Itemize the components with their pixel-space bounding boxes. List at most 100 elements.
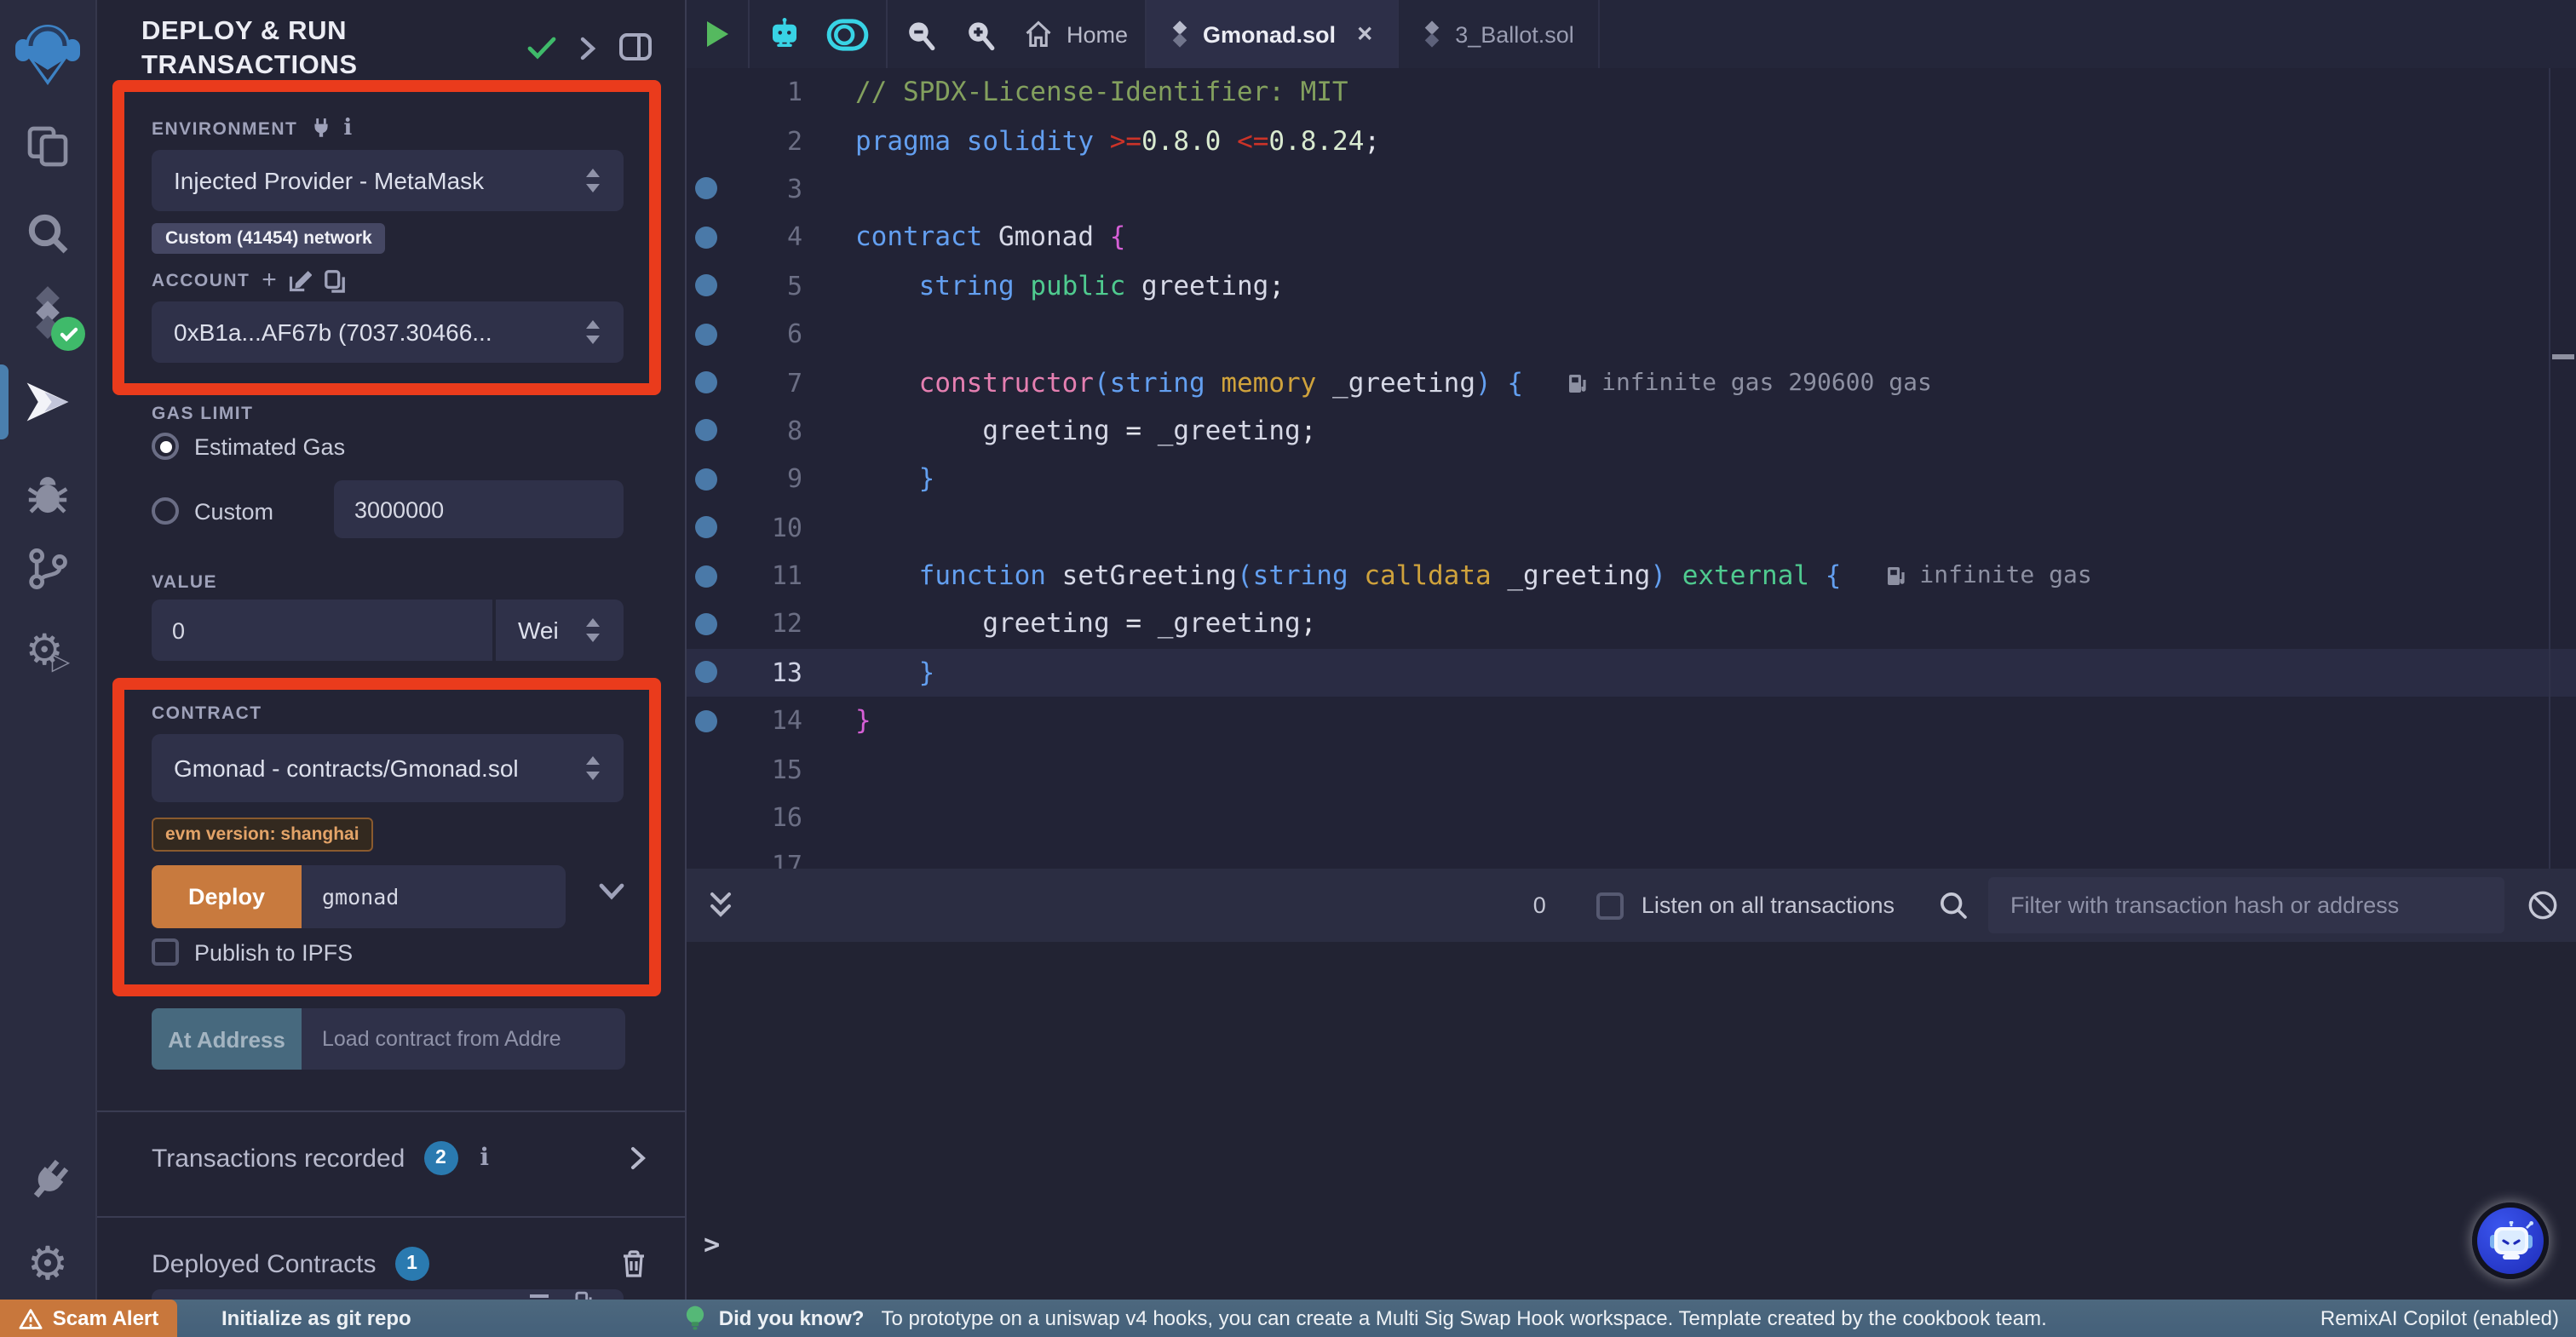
at-address-button[interactable]: At Address bbox=[152, 1008, 302, 1070]
code-line[interactable]: 2pragma solidity >=0.8.0 <=0.8.24; bbox=[687, 117, 2576, 165]
editor-scrollbar-thumb[interactable] bbox=[2552, 354, 2574, 359]
gutter-dot[interactable] bbox=[695, 613, 717, 635]
environment-info-icon[interactable]: i bbox=[343, 116, 353, 141]
trash-icon[interactable] bbox=[622, 1250, 646, 1277]
scam-alert-button[interactable]: Scam Alert bbox=[0, 1300, 177, 1337]
value-input[interactable] bbox=[152, 600, 492, 661]
code-line[interactable]: 8 greeting = _greeting; bbox=[687, 406, 2576, 455]
collapse-icon[interactable] bbox=[530, 1294, 549, 1298]
edit-account-icon[interactable] bbox=[289, 268, 313, 292]
tip-text: To prototype on a uniswap v4 hooks, you … bbox=[881, 1306, 2046, 1330]
code-line[interactable]: 1// SPDX-License-Identifier: MIT bbox=[687, 68, 2576, 117]
terminal-prompt: > bbox=[704, 1228, 720, 1260]
gutter-dot[interactable] bbox=[695, 662, 717, 684]
terminal-search-icon[interactable] bbox=[1939, 891, 1968, 920]
deploy-button[interactable]: Deploy bbox=[152, 865, 302, 928]
clear-terminal-icon[interactable] bbox=[2527, 889, 2559, 921]
run-script-icon[interactable] bbox=[704, 19, 731, 49]
gutter-dot[interactable] bbox=[695, 710, 717, 732]
collapse-terminal-icon[interactable] bbox=[709, 891, 733, 920]
deploy-and-run-icon[interactable] bbox=[14, 368, 82, 436]
git-icon[interactable] bbox=[14, 535, 82, 603]
listen-all-checkbox[interactable] bbox=[1597, 892, 1624, 919]
gutter-dot[interactable] bbox=[695, 178, 717, 200]
pin-panel-icon[interactable] bbox=[618, 32, 653, 61]
search-icon[interactable] bbox=[14, 199, 82, 267]
code-text: string public greeting; bbox=[855, 271, 1285, 301]
file-explorer-icon[interactable] bbox=[14, 112, 82, 181]
custom-gas-radio[interactable] bbox=[152, 497, 179, 525]
tab-gmonad[interactable]: Gmonad.sol ✕ bbox=[1147, 0, 1399, 68]
code-editor[interactable]: 1// SPDX-License-Identifier: MIT2pragma … bbox=[687, 68, 2576, 869]
gutter-dot[interactable] bbox=[695, 420, 717, 442]
terminal-output[interactable]: > bbox=[687, 942, 2576, 1337]
plug-icon[interactable] bbox=[309, 118, 331, 140]
code-line[interactable]: 5 string public greeting; bbox=[687, 261, 2576, 310]
warning-icon bbox=[19, 1307, 43, 1329]
code-line[interactable]: 15 bbox=[687, 745, 2576, 794]
transactions-info-icon[interactable]: i bbox=[480, 1145, 489, 1172]
copilot-toggle-icon[interactable] bbox=[826, 18, 869, 50]
code-line[interactable]: 7 constructor(string memory _greeting) {… bbox=[687, 359, 2576, 407]
contract-select[interactable]: Gmonad - contracts/Gmonad.sol bbox=[152, 734, 624, 802]
transaction-filter-input[interactable] bbox=[1988, 877, 2504, 933]
close-tab-icon[interactable]: ✕ bbox=[1356, 22, 1373, 46]
at-address-input[interactable] bbox=[302, 1008, 625, 1070]
deploy-arg-input[interactable] bbox=[302, 865, 566, 928]
compile-success-badge bbox=[51, 317, 85, 351]
expand-chevron-icon[interactable] bbox=[579, 36, 596, 61]
estimated-gas-radio[interactable] bbox=[152, 433, 179, 460]
gutter-dot[interactable] bbox=[695, 275, 717, 297]
pin-check-icon[interactable] bbox=[526, 36, 557, 60]
active-plugin-indicator bbox=[0, 364, 9, 439]
git-init-button[interactable]: Initialize as git repo bbox=[221, 1306, 411, 1330]
expand-deploy-chevron-icon[interactable] bbox=[598, 882, 625, 901]
publish-ipfs-checkbox[interactable] bbox=[152, 938, 179, 966]
transactions-expand-icon[interactable] bbox=[630, 1146, 646, 1170]
custom-gas-input[interactable] bbox=[334, 480, 624, 538]
plugin-connect-icon[interactable] bbox=[14, 1148, 82, 1216]
zoom-in-icon[interactable] bbox=[964, 18, 997, 50]
line-number: 9 bbox=[717, 464, 802, 495]
select-stepper-icon bbox=[584, 167, 601, 194]
gutter-dot[interactable] bbox=[695, 323, 717, 345]
code-line[interactable]: 17 bbox=[687, 842, 2576, 869]
code-line[interactable]: 10 bbox=[687, 503, 2576, 552]
code-line[interactable]: 6 bbox=[687, 310, 2576, 359]
gutter-dot[interactable] bbox=[695, 516, 717, 538]
code-line[interactable]: 14} bbox=[687, 697, 2576, 745]
remixai-assistant-button[interactable] bbox=[2472, 1202, 2549, 1279]
settings-icon[interactable]: ⚙ bbox=[14, 1230, 82, 1298]
environment-select[interactable]: Injected Provider - MetaMask bbox=[152, 150, 624, 211]
code-line[interactable]: 3 bbox=[687, 165, 2576, 214]
debugger-icon[interactable] bbox=[14, 460, 82, 528]
gutter-dot[interactable] bbox=[695, 371, 717, 393]
transactions-recorded-row[interactable]: Transactions recorded 2 i bbox=[152, 1141, 646, 1175]
gutter-dot[interactable] bbox=[695, 565, 717, 587]
line-number: 13 bbox=[717, 657, 802, 688]
section-divider bbox=[97, 1110, 687, 1112]
tab-home[interactable]: Home bbox=[1024, 20, 1128, 48]
plugin-manager-icon[interactable]: ⚙▷ bbox=[14, 617, 82, 685]
account-select[interactable]: 0xB1a...AF67b (7037.30466... bbox=[152, 301, 624, 363]
solidity-file-icon bbox=[1170, 20, 1189, 48]
code-line[interactable]: 11 function setGreeting(string calldata … bbox=[687, 552, 2576, 600]
code-line[interactable]: 12 greeting = _greeting; bbox=[687, 600, 2576, 649]
tab-ballot[interactable]: 3_Ballot.sol bbox=[1399, 0, 1600, 68]
deployed-contracts-row[interactable]: Deployed Contracts 1 bbox=[152, 1247, 646, 1281]
zoom-out-icon[interactable] bbox=[905, 18, 937, 50]
gutter-dot[interactable] bbox=[695, 227, 717, 249]
did-you-know-label: Did you know? bbox=[719, 1306, 865, 1330]
select-stepper-icon bbox=[584, 755, 601, 782]
add-account-icon[interactable]: + bbox=[262, 266, 277, 295]
copilot-status[interactable]: RemixAI Copilot (enabled) bbox=[2320, 1306, 2559, 1330]
copy-account-icon[interactable] bbox=[325, 268, 347, 292]
code-line[interactable]: 16 bbox=[687, 794, 2576, 842]
value-unit-select[interactable]: Wei bbox=[496, 600, 624, 661]
remixai-robot-icon[interactable] bbox=[767, 16, 802, 52]
remix-logo-icon[interactable] bbox=[14, 19, 82, 87]
code-line[interactable]: 13 } bbox=[687, 648, 2576, 697]
code-line[interactable]: 9 } bbox=[687, 455, 2576, 503]
code-line[interactable]: 4contract Gmonad { bbox=[687, 213, 2576, 261]
gutter-dot[interactable] bbox=[695, 468, 717, 491]
